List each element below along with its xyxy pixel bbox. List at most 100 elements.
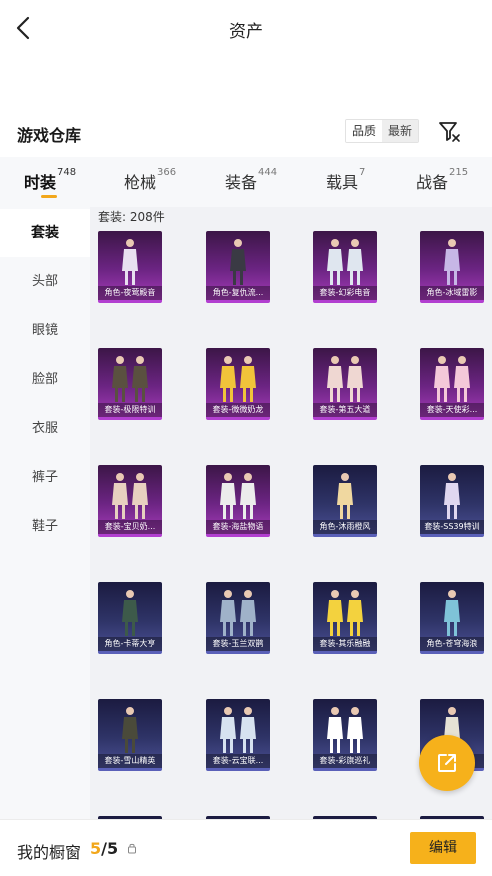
outfit-card-label: 角色-冰域雷影: [420, 286, 484, 300]
showcase-count: 5/5: [90, 839, 118, 858]
character-figure-icon: [327, 239, 363, 285]
character-figure-icon: [327, 590, 363, 636]
warehouse-header: 游戏仓库 品质 最新: [0, 116, 492, 152]
tab-label: 枪械: [124, 173, 157, 192]
bottom-bar: 我的橱窗 5/5 编辑: [0, 819, 492, 876]
item-count: 套装: 208件: [98, 210, 165, 224]
character-figure-icon: [112, 473, 148, 519]
tab-supplies[interactable]: 战备215: [416, 167, 469, 193]
warehouse-title: 游戏仓库: [17, 126, 82, 145]
page-title: 资产: [229, 22, 263, 42]
outfit-card[interactable]: 角色-冰域雷影: [420, 231, 484, 303]
outfit-card[interactable]: 角色-沐雨橙风: [313, 465, 377, 537]
character-figure-icon: [112, 356, 148, 402]
outfit-card[interactable]: 套装-幻彩电音: [313, 231, 377, 303]
sidebar-item-pants[interactable]: 裤子: [0, 454, 90, 502]
sidebar-item-suits[interactable]: 套装: [0, 209, 90, 257]
outfit-card[interactable]: 套装-玉兰双鹊: [206, 582, 270, 654]
character-figure-icon: [220, 590, 256, 636]
outfit-card-label: 套装-其乐融融: [313, 637, 377, 651]
character-figure-icon: [327, 707, 363, 753]
outfit-card-label: 套装-云宝联...: [206, 754, 270, 768]
character-figure-icon: [444, 590, 460, 636]
sort-toggle: 品质 最新: [345, 119, 420, 143]
filter-button[interactable]: [437, 118, 461, 144]
outfit-card-label: 套装-宝贝奶...: [98, 520, 162, 534]
share-button[interactable]: [419, 735, 475, 791]
edit-button[interactable]: 编辑: [410, 832, 476, 864]
character-figure-icon: [220, 707, 256, 753]
tab-count: 366: [157, 167, 177, 178]
outfit-card[interactable]: 套装-微微奶龙: [206, 348, 270, 420]
category-tabs: 时装748 枪械366 装备444 载具7 战备215: [0, 157, 492, 207]
character-figure-icon: [122, 239, 138, 285]
character-figure-icon: [220, 473, 256, 519]
outfit-card[interactable]: 套装-其乐融融: [313, 582, 377, 654]
character-figure-icon: [230, 239, 246, 285]
outfit-card-label: 套装-彩旗巡礼: [313, 754, 377, 768]
outfit-card-label: 角色-沐雨橙风: [313, 520, 377, 534]
tab-count: 7: [359, 167, 366, 178]
tab-fashion[interactable]: 时装748: [24, 167, 77, 193]
character-figure-icon: [337, 473, 353, 519]
outfit-card-label: 角色-夜莺殿音: [98, 286, 162, 300]
outfit-card-label: 套装-第五大道: [313, 403, 377, 417]
outfit-card-label: 角色-苍穹海浪: [420, 637, 484, 651]
character-figure-icon: [434, 356, 470, 402]
outfit-card[interactable]: 角色-卡蒂大亨: [98, 582, 162, 654]
filter-icon: [439, 122, 460, 142]
outfit-card[interactable]: 角色-夜莺殿音: [98, 231, 162, 303]
sidebar-item-face[interactable]: 脸部: [0, 356, 90, 404]
outfit-card[interactable]: 套装-SS39特训: [420, 465, 484, 537]
sort-newest-option[interactable]: 最新: [382, 120, 419, 142]
outfit-card-label: 套装-SS39特训: [420, 520, 484, 534]
item-grid: 套装: 208件 角色-夜莺殿音 角色-复仇流... 套装-幻彩电音 角色-冰域雷影套…: [90, 207, 492, 819]
tab-label: 载具: [326, 173, 359, 192]
lock-icon: [128, 843, 136, 854]
sort-quality-option[interactable]: 品质: [346, 120, 383, 142]
outfit-card[interactable]: 角色-苍穹海浪: [420, 582, 484, 654]
character-figure-icon: [220, 356, 256, 402]
showcase-current: 5: [90, 839, 102, 858]
tab-count: 444: [258, 167, 278, 178]
tab-guns[interactable]: 枪械366: [124, 167, 177, 193]
sidebar-item-glasses[interactable]: 眼镜: [0, 307, 90, 355]
outfit-card-label: 套装-海盐物语: [206, 520, 270, 534]
outfit-card[interactable]: 套装-云宝联...: [206, 699, 270, 771]
outfit-card[interactable]: 套装-宝贝奶...: [98, 465, 162, 537]
outfit-card-label: 角色-卡蒂大亨: [98, 637, 162, 651]
character-figure-icon: [122, 590, 138, 636]
tab-equipment[interactable]: 装备444: [225, 167, 278, 193]
outfit-card[interactable]: 套装-海盐物语: [206, 465, 270, 537]
character-figure-icon: [444, 239, 460, 285]
outfit-card[interactable]: 套装-天使彩...: [420, 348, 484, 420]
share-external-icon: [438, 754, 456, 772]
outfit-card-label: 套装-天使彩...: [420, 403, 484, 417]
outfit-card[interactable]: 角色-复仇流...: [206, 231, 270, 303]
outfit-card-label: 套装-微微奶龙: [206, 403, 270, 417]
tab-label: 战备: [416, 173, 449, 192]
outfit-card[interactable]: 套装-极限特训: [98, 348, 162, 420]
sidebar: 套装 头部 眼镜 脸部 衣服 裤子 鞋子: [0, 207, 90, 819]
showcase-total: 5: [106, 839, 119, 858]
sidebar-item-head[interactable]: 头部: [0, 258, 90, 306]
outfit-card[interactable]: 套装-彩旗巡礼: [313, 699, 377, 771]
outfit-card[interactable]: 套装-第五大道: [313, 348, 377, 420]
active-tab-indicator: [41, 195, 57, 198]
tab-vehicles[interactable]: 载具7: [326, 167, 366, 193]
outfit-card[interactable]: 套装-雪山精英: [98, 699, 162, 771]
character-figure-icon: [327, 356, 363, 402]
showcase-label: 我的橱窗: [17, 843, 82, 862]
tab-count: 215: [449, 167, 469, 178]
tab-label: 时装: [24, 173, 57, 192]
top-bar: 资产: [0, 0, 492, 60]
character-figure-icon: [122, 707, 138, 753]
character-figure-icon: [444, 473, 460, 519]
outfit-card-label: 角色-复仇流...: [206, 286, 270, 300]
outfit-card-label: 套装-雪山精英: [98, 754, 162, 768]
outfit-card-label: 套装-极限特训: [98, 403, 162, 417]
sidebar-item-clothes[interactable]: 衣服: [0, 405, 90, 453]
sidebar-item-shoes[interactable]: 鞋子: [0, 503, 90, 551]
tab-label: 装备: [225, 173, 258, 192]
tab-count: 748: [57, 167, 77, 178]
